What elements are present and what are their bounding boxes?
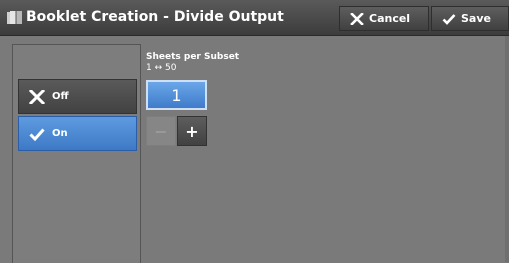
sheets-per-subset-input[interactable]: 1 <box>146 80 207 110</box>
sheets-per-subset-label: Sheets per Subset <box>146 52 240 62</box>
on-option-label: On <box>52 128 68 139</box>
off-option-button[interactable]: Off <box>18 79 137 114</box>
cancel-button[interactable]: Cancel <box>339 6 429 31</box>
checkmark-icon <box>29 127 45 141</box>
save-label: Save <box>461 12 491 25</box>
right-edge-divider <box>505 36 509 262</box>
sheets-per-subset-range: 1 ↔ 50 <box>146 63 177 73</box>
options-panel <box>12 44 141 263</box>
off-option-label: Off <box>52 91 69 102</box>
page-title: Booklet Creation - Divide Output <box>26 9 284 25</box>
cancel-label: Cancel <box>369 12 411 25</box>
on-option-button[interactable]: On <box>18 116 137 151</box>
x-icon <box>28 88 46 105</box>
save-button[interactable]: Save <box>431 6 509 31</box>
booklet-icon <box>6 10 24 26</box>
decrement-button[interactable]: − <box>146 116 176 146</box>
increment-button[interactable]: + <box>177 116 207 146</box>
checkmark-icon <box>442 13 456 25</box>
title-bar: Booklet Creation - Divide Output Cancel … <box>0 0 509 36</box>
x-icon <box>350 11 364 26</box>
